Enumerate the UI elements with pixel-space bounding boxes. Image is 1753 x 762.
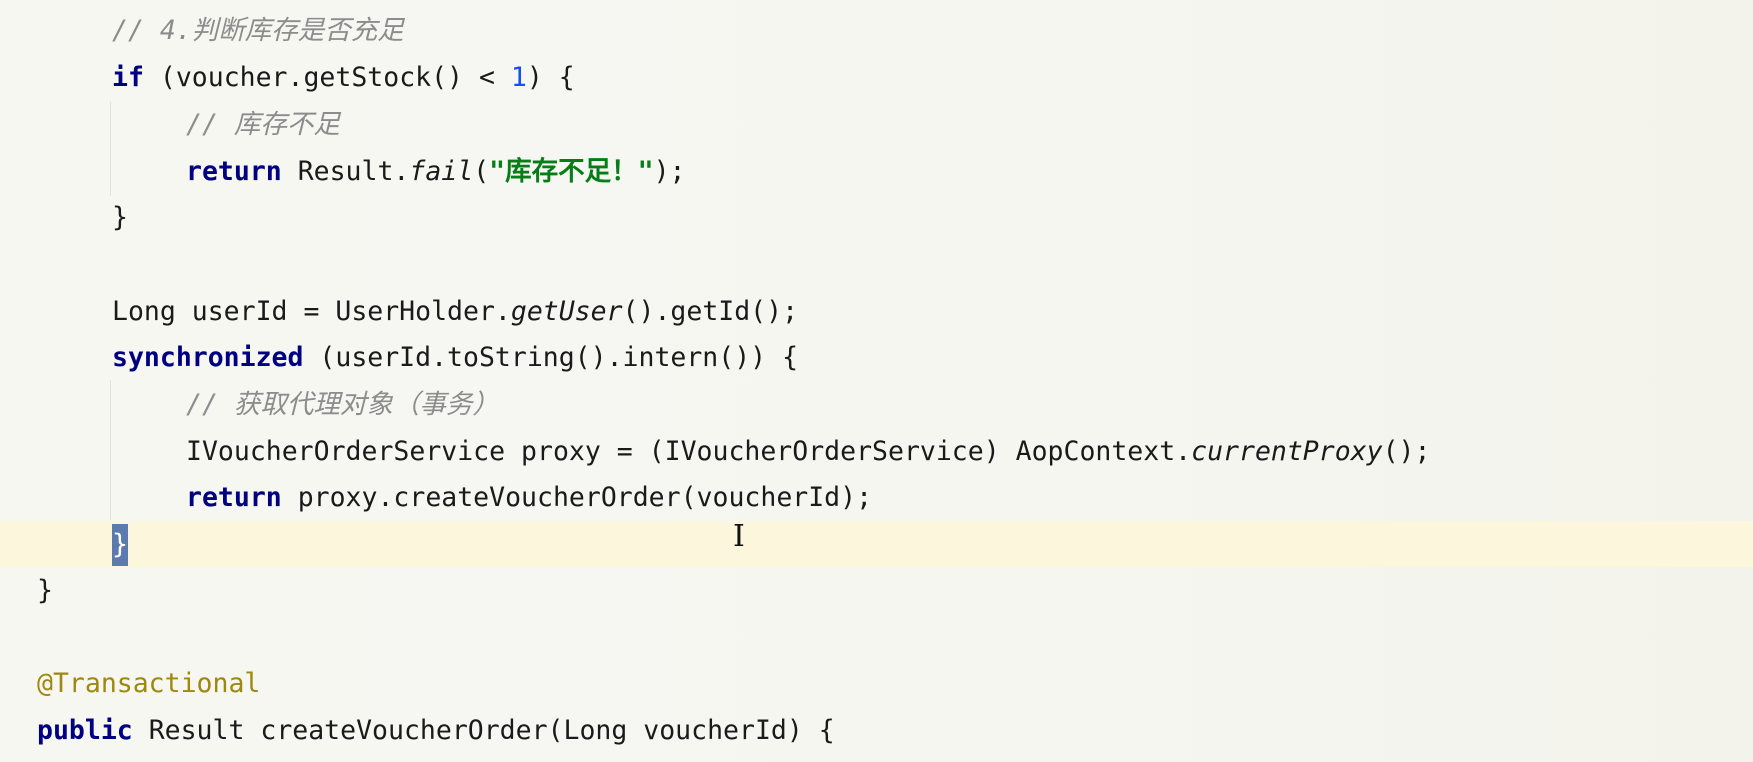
code-token: (userId.toString().intern()) {: [303, 342, 799, 373]
code-token: // 库存不足: [186, 109, 340, 140]
code-token: ().getId();: [622, 296, 799, 327]
code-token: synchronized: [112, 342, 304, 373]
code-line: if (voucher.getStock() < 1) {: [112, 57, 575, 99]
code-line: IVoucherOrderService proxy = (IVoucherOr…: [186, 431, 1430, 473]
code-line: public Result createVoucherOrder(Long vo…: [37, 710, 835, 752]
code-line: // 获取代理对象（事务）: [186, 384, 499, 426]
code-line: synchronized (userId.toString().intern()…: [112, 337, 798, 379]
code-line: Long userId = UserHolder.getUser().getId…: [112, 291, 798, 333]
code-line: return Result.fail("库存不足！");: [186, 151, 686, 193]
matched-brace: }: [112, 524, 128, 566]
code-line: }: [37, 570, 53, 612]
code-line: return proxy.createVoucherOrder(voucherI…: [186, 477, 872, 519]
code-token: @Transactional: [37, 668, 261, 699]
code-line: }: [112, 524, 128, 566]
code-line: @Transactional: [37, 663, 260, 705]
code-token: }: [37, 575, 53, 606]
code-line: // 库存不足: [186, 104, 340, 146]
code-line: // 4.判断库存是否充足: [112, 10, 404, 52]
code-token: return: [186, 482, 282, 513]
code-token: public: [37, 715, 133, 746]
code-token: proxy.createVoucherOrder(voucherId);: [281, 482, 873, 513]
code-token: return: [186, 156, 282, 187]
code-token: // 4.判断库存是否充足: [112, 15, 404, 46]
code-token: Result.: [281, 156, 410, 187]
code-editor[interactable]: // 4.判断库存是否充足 if (voucher.getStock() < 1…: [0, 0, 1753, 762]
code-token: IVoucherOrderService proxy = (IVoucherOr…: [186, 436, 1192, 467]
code-token: "库存不足！": [489, 156, 654, 187]
code-token: if: [112, 62, 144, 93]
code-token: (voucher.getStock() <: [143, 62, 511, 93]
text-cursor-icon: I: [733, 519, 745, 554]
code-token: // 获取代理对象（事务）: [186, 389, 499, 420]
code-token: fail: [409, 156, 474, 187]
code-token: 1: [510, 62, 527, 93]
indent-guide: [110, 102, 111, 196]
code-token: ();: [1382, 436, 1431, 467]
code-token: );: [653, 156, 686, 187]
code-token: Result createVoucherOrder(Long voucherId…: [132, 715, 835, 746]
code-line: }: [112, 197, 128, 239]
indent-guide: [110, 380, 111, 520]
code-token: currentProxy: [1191, 436, 1383, 467]
current-line-highlight: [0, 521, 1753, 567]
code-token: getUser: [510, 296, 623, 327]
code-token: Long userId = UserHolder.: [112, 296, 511, 327]
code-token: (: [473, 156, 490, 187]
code-token: ) {: [526, 62, 575, 93]
code-token: }: [112, 202, 128, 233]
